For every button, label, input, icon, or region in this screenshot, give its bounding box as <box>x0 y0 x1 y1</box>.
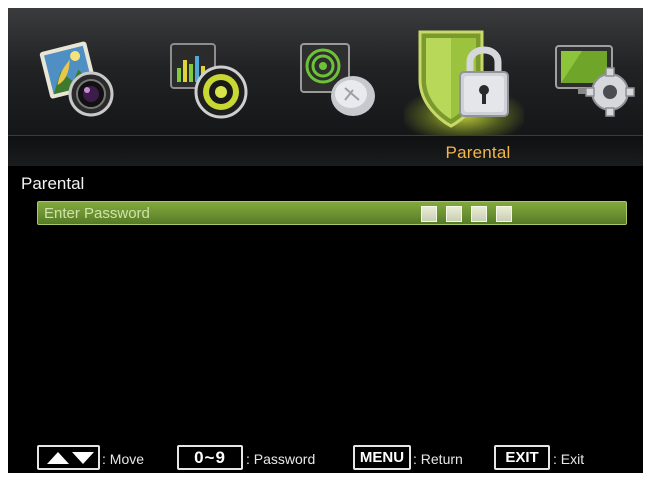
satellite-dish-icon <box>300 43 375 116</box>
exit-hint-label: : Exit <box>553 451 585 467</box>
enter-password-row[interactable]: Enter Password <box>37 201 627 225</box>
top-menu-bar <box>8 8 643 143</box>
menu-hint-key: MENU <box>353 445 411 470</box>
arrow-keys-hint-key <box>37 445 100 470</box>
password-digit-slot-2 <box>446 206 462 222</box>
title-band <box>8 135 643 166</box>
digits-hint-key: 0~9 <box>177 445 243 470</box>
picture-camera-icon <box>39 41 114 117</box>
menu-item-parental[interactable] <box>410 22 520 132</box>
tv-screen: Parental Parental Enter Password : Move … <box>8 8 643 473</box>
password-label: Enter Password <box>44 205 150 222</box>
arrow-up-icon <box>47 452 69 464</box>
password-hint-label: : Password <box>246 451 316 467</box>
selected-menu-title: Parental <box>445 143 511 162</box>
sound-speaker-icon <box>170 43 248 119</box>
menu-item-picture[interactable] <box>39 38 125 124</box>
page-heading: Parental <box>21 174 85 193</box>
monitor-gear-icon <box>555 45 635 117</box>
arrow-down-icon <box>72 452 94 464</box>
menu-item-setup[interactable] <box>552 38 638 124</box>
return-hint-label: : Return <box>413 451 463 467</box>
hint-bar: : Move 0~9 : Password MENU : Return EXIT… <box>8 441 643 473</box>
password-digit-slot-3 <box>471 206 487 222</box>
shield-lock-icon <box>418 30 509 128</box>
move-hint-label: : Move <box>102 451 145 467</box>
password-digit-slot-4 <box>496 206 512 222</box>
password-digit-slot-1 <box>421 206 437 222</box>
menu-item-sound[interactable] <box>167 38 253 124</box>
exit-hint-key: EXIT <box>494 445 550 470</box>
menu-item-channel[interactable] <box>297 38 383 124</box>
